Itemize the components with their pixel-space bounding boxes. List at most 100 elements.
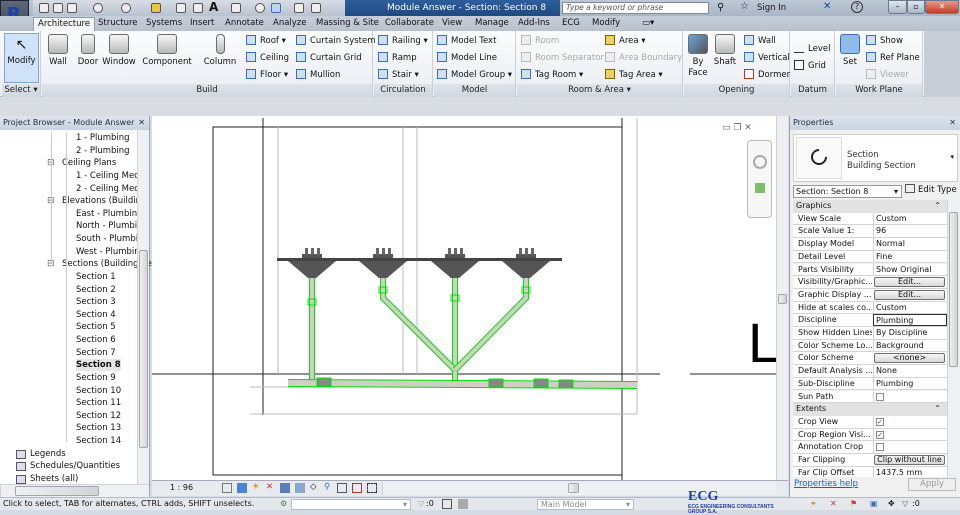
tab-collaborate[interactable]: Collaborate [381,17,438,31]
tree-item[interactable]: Section 2 [76,284,116,296]
grid-button[interactable]: Grid [794,60,826,72]
design-option-dropdown[interactable]: Main Model ▾ [537,499,634,510]
property-checkbox[interactable]: ✓ [876,430,884,439]
property-value[interactable]: None [873,365,947,377]
property-value[interactable]: By Discipline [873,327,947,339]
scrollbar-thumb[interactable] [949,212,958,367]
close-hidden-icon[interactable] [294,3,304,13]
property-group[interactable]: Graphics ⌃ [793,200,947,213]
tab-ecg[interactable]: ECG [558,17,584,31]
component-button[interactable]: Component [142,33,192,68]
room-separator-button[interactable]: Room Separator [521,52,604,64]
tree-item[interactable]: North - Plumbin [76,220,143,232]
tab-annotate[interactable]: Annotate [221,17,268,31]
select-links-icon[interactable]: ⚭ [810,498,817,510]
properties-scrollbar[interactable] [947,200,959,477]
modify-button[interactable]: ↖ Modify [4,33,39,83]
tree-item[interactable]: Section 13 [76,422,121,434]
property-value[interactable]: 96 [873,225,947,238]
minimize-button[interactable]: – [888,0,907,14]
tree-item[interactable]: Section 10 [76,385,121,397]
text-icon[interactable]: A [209,0,218,14]
mullion-button[interactable]: Mullion [296,69,340,81]
tab-view[interactable]: View [438,17,466,31]
curtain-grid-button[interactable]: Curtain Grid [296,52,362,64]
sun-path-icon[interactable]: ☀ [252,482,260,492]
select-pinned-icon[interactable]: ⚑ [850,498,857,510]
vertical-scrollbar[interactable] [137,130,149,484]
horizontal-scrollbar[interactable] [0,484,149,497]
tree-item[interactable]: East - Plumbing [76,208,143,220]
by-face-button[interactable]: By Face [686,33,710,79]
section-icon[interactable] [255,3,265,13]
tab-manage[interactable]: Manage [471,17,513,31]
property-value[interactable]: Fine [873,250,947,263]
view-vertical-scrollbar[interactable] [776,116,788,480]
tree-item[interactable]: Section 11 [76,397,121,409]
crop-region-icon[interactable] [295,483,305,493]
close-icon[interactable]: ✕ [949,116,956,130]
workset-icon[interactable]: ⚙ [280,498,287,510]
tree-item[interactable]: Section 9 [76,372,116,384]
stair-button[interactable]: Stair ▾ [378,69,419,81]
dimension-icon[interactable] [176,3,186,13]
shadows-icon[interactable]: ✕ [266,482,273,492]
property-value[interactable]: Plumbing [873,377,947,390]
dormer-button[interactable]: Dormer [744,69,790,81]
tab-analyze[interactable]: Analyze [269,17,311,31]
railing-button[interactable]: Railing ▾ [378,35,428,47]
shaft-button[interactable]: Shaft [712,33,738,68]
crop-view-icon[interactable] [280,483,290,493]
tree-item[interactable]: Section 1 [76,271,116,283]
measure-icon[interactable] [151,3,161,13]
visual-style-icon[interactable] [237,483,247,493]
room-area-panel-label[interactable]: Room & Area ▾ [517,84,682,97]
area-button[interactable]: Area ▾ [605,35,646,47]
wall-opening-button[interactable]: Wall [744,35,776,47]
scrollbar-thumb[interactable] [15,486,99,496]
scrollbar-thumb[interactable] [568,483,579,493]
tree-item[interactable]: Section 4 [76,309,116,321]
help-icon[interactable]: ? [851,1,863,13]
panel-toggle-icon[interactable]: ▭▾ [638,17,658,31]
wall-button[interactable]: Wall [46,33,70,68]
tree-item[interactable]: Section 3 [76,296,116,308]
tab-structure[interactable]: Structure [94,17,142,31]
ceiling-button[interactable]: Ceiling [246,52,289,64]
tree-item[interactable]: 1 - Plumbing [76,132,130,144]
tree-item[interactable]: Section 8 [76,359,121,372]
sign-in-button[interactable]: Sign In [757,2,786,14]
tag-icon[interactable] [193,3,203,13]
tree-item[interactable]: 1 - Ceiling Mecl [76,170,141,182]
select-dropdown[interactable]: Select ▾ [2,84,40,97]
workset-dropdown[interactable]: ▾ [291,499,411,510]
maximize-button[interactable]: ▫ [907,0,925,14]
property-button[interactable]: <none> [874,353,945,364]
favorites-icon[interactable]: ☆ [740,1,749,12]
apply-button[interactable]: Apply [908,478,956,491]
collapse-icon[interactable]: ⌃ [934,200,941,212]
type-selector[interactable]: Section Building Section ▾ [793,134,958,182]
tree-item[interactable]: Elevations (Building [62,195,146,207]
tab-add-ins[interactable]: Add-Ins [514,17,554,31]
ref-plane-button[interactable]: Ref Plane [866,52,920,64]
analytical-model-icon[interactable] [352,483,362,493]
tree-item[interactable]: South - Plumbin [76,233,143,245]
view-window-controls[interactable]: ▭ ❐ ✕ [722,123,752,133]
tree-item[interactable]: 2 - Ceiling Mecl [76,183,141,195]
tab-systems[interactable]: Systems [142,17,186,31]
viewer-button[interactable]: Viewer [866,69,909,81]
search-input[interactable]: Type a keyword or phrase [562,2,709,14]
property-value[interactable]: Show Original [873,263,947,276]
curtain-system-button[interactable]: Curtain System [296,35,376,47]
property-button[interactable]: Edit... [874,277,945,288]
property-checkbox[interactable]: ✓ [876,417,884,426]
scrollbar-thumb[interactable] [139,250,148,448]
vertical-opening-button[interactable]: Vertical [744,52,790,64]
constraints-icon[interactable] [367,483,377,493]
property-group[interactable]: Extents ⌃ [793,403,947,416]
floor-button[interactable]: Floor ▾ [246,69,288,81]
select-by-face-icon[interactable]: ▣ [870,498,878,510]
close-icon[interactable]: ✕ [138,116,145,130]
filter-icon[interactable]: ▽ [902,498,908,510]
